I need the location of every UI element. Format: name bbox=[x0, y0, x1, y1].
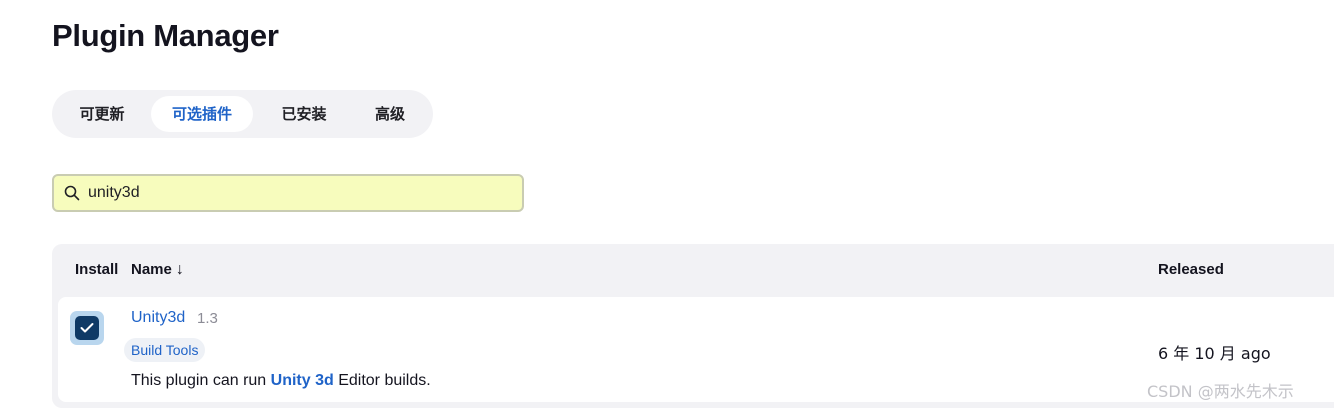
search-icon bbox=[64, 185, 80, 201]
column-header-released[interactable]: Released bbox=[1158, 261, 1224, 278]
column-header-name-label: Name bbox=[131, 261, 172, 278]
plugin-description: This plugin can run Unity 3d Editor buil… bbox=[131, 372, 431, 390]
column-header-install: Install bbox=[75, 261, 119, 278]
table-row: Unity3d 1.3 Build Tools This plugin can … bbox=[58, 297, 1334, 402]
tab-installed[interactable]: 已安装 bbox=[258, 96, 350, 132]
tab-bar: 可更新 可选插件 已安装 高级 bbox=[52, 90, 433, 138]
plugin-table: Install Name ↓ Released Unity3d 1.3 Build… bbox=[52, 244, 1334, 408]
checkbox-checked[interactable] bbox=[75, 316, 99, 340]
plugin-description-prefix: This plugin can run bbox=[131, 372, 271, 389]
page-title: Plugin Manager bbox=[52, 18, 279, 53]
tab-updates[interactable]: 可更新 bbox=[58, 96, 146, 132]
sort-desc-icon: ↓ bbox=[175, 261, 184, 278]
search-box[interactable] bbox=[52, 174, 524, 212]
plugin-version: 1.3 bbox=[197, 310, 218, 327]
tab-advanced[interactable]: 高级 bbox=[354, 96, 426, 132]
plugin-released-date: 6 年 10 月 ago bbox=[1158, 344, 1271, 363]
plugin-name-link[interactable]: Unity3d bbox=[131, 309, 185, 327]
plugin-description-highlight: Unity 3d bbox=[270, 372, 334, 389]
plugin-description-suffix: Editor builds. bbox=[333, 372, 431, 389]
checkmark-icon bbox=[80, 323, 94, 333]
search-input[interactable] bbox=[88, 176, 508, 210]
watermark: CSDN @两水先木示 bbox=[1147, 382, 1294, 401]
plugin-category-tag[interactable]: Build Tools bbox=[124, 338, 206, 362]
column-header-name[interactable]: Name ↓ bbox=[131, 261, 184, 279]
install-checkbox[interactable] bbox=[70, 311, 104, 345]
tab-available[interactable]: 可选插件 bbox=[151, 96, 253, 132]
